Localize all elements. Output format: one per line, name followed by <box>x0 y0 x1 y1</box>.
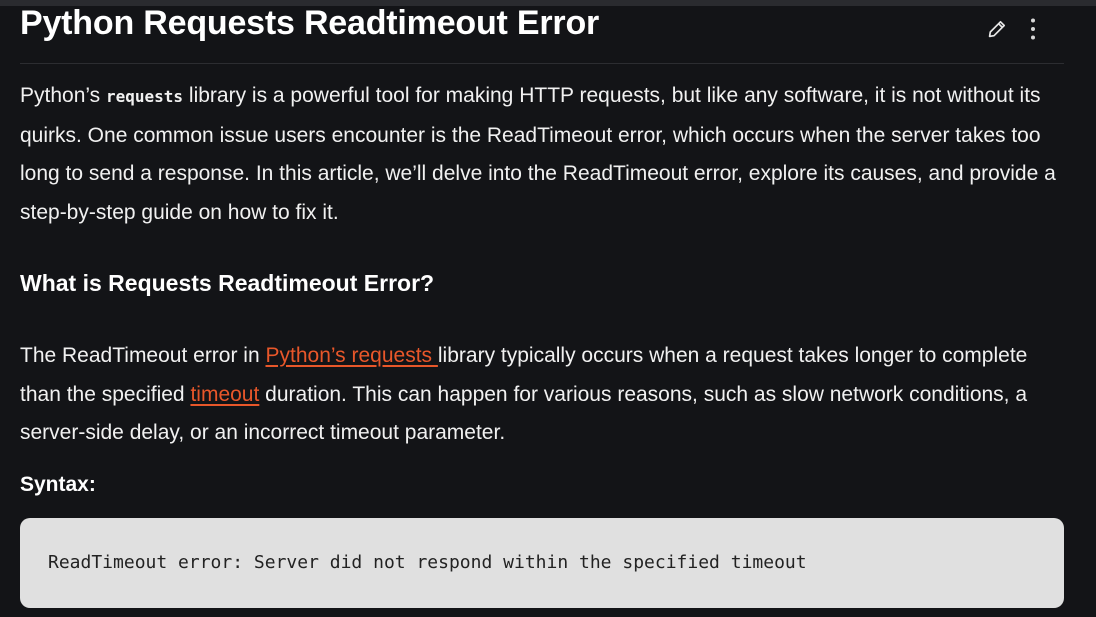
title-row: Python Requests Readtimeout Error <box>20 0 1064 64</box>
page-title: Python Requests Readtimeout Error <box>20 4 600 42</box>
timeout-link[interactable]: timeout <box>190 383 259 406</box>
intro-text-start: Python’s <box>20 84 106 107</box>
syntax-label: Syntax: <box>20 473 96 496</box>
code-block: ReadTimeout error: Server did not respon… <box>20 518 1064 608</box>
title-actions <box>986 16 1044 42</box>
vertical-ellipsis-icon[interactable] <box>1022 16 1044 42</box>
section-heading: What is Requests Readtimeout Error? <box>20 270 435 296</box>
pencil-icon[interactable] <box>986 16 1008 42</box>
body-text-1: The ReadTimeout error in <box>20 344 266 367</box>
inline-code-requests: requests <box>106 87 184 106</box>
article: Python Requests Readtimeout Error Python… <box>20 0 1064 608</box>
python-requests-link[interactable]: Python’s requests <box>266 344 438 367</box>
intro-paragraph: Python’s requests library is a powerful … <box>20 77 1064 232</box>
body-paragraph: The ReadTimeout error in Python’s reques… <box>20 337 1064 453</box>
code-block-text: ReadTimeout error: Server did not respon… <box>48 552 807 573</box>
